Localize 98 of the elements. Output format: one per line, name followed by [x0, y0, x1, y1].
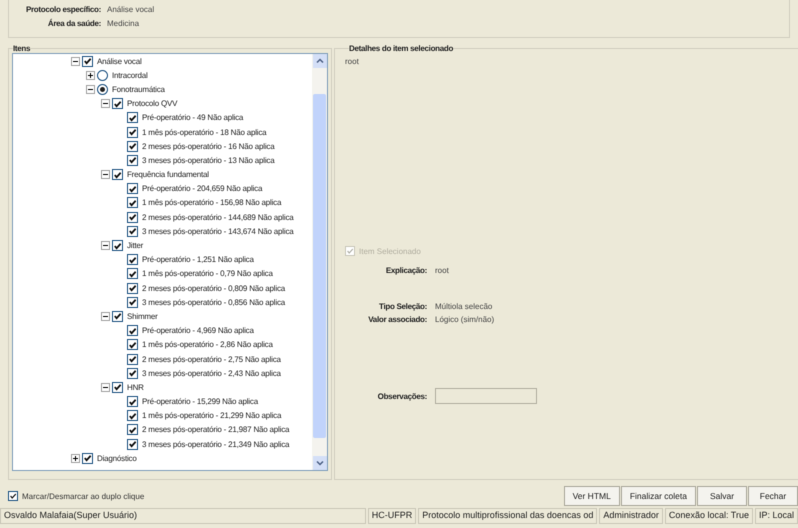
tree-item[interactable]: Jitter	[127, 241, 144, 250]
tree-item[interactable]: 1 mês pós-operatório - 156,98 Não aplica	[142, 198, 282, 208]
notes-field[interactable]	[435, 388, 537, 404]
tree-item[interactable]: Protocolo QVV	[127, 99, 178, 108]
checkbox-label: Marcar/Desmarcar ao duplo clique	[22, 492, 144, 500]
checkbox[interactable]	[127, 183, 138, 194]
tree-item[interactable]: 2 meses pós-operatório - 0,809 Não aplica	[142, 284, 285, 293]
expander-icon[interactable]	[71, 454, 82, 463]
expander-icon[interactable]	[71, 56, 82, 66]
tree-item[interactable]: Fonotraumática	[112, 84, 165, 94]
checkbox[interactable]	[127, 296, 138, 308]
tree-item[interactable]: Diagnóstico	[97, 454, 137, 463]
checkbox[interactable]	[112, 169, 123, 180]
checkbox[interactable]	[82, 56, 93, 67]
tree-item[interactable]: 1 mês pós-operatório - 18 Não aplica	[142, 128, 266, 137]
checkbox[interactable]	[127, 396, 138, 408]
field-value: Medicina	[107, 18, 140, 28]
tree-item[interactable]: 3 meses pós-operatório - 21,349 Não aplica	[142, 440, 290, 449]
action-button[interactable]: Fechar	[748, 486, 798, 506]
tree-item[interactable]: 2 meses pós-operatório - 2,75 Não aplica	[142, 354, 281, 364]
checkbox[interactable]	[127, 339, 138, 350]
checkbox[interactable]	[127, 226, 138, 237]
status-panel: HC-UFPR	[368, 508, 416, 524]
tree-item[interactable]: 3 meses pós-operatório - 13 Não aplica	[142, 156, 274, 165]
checkbox[interactable]	[127, 410, 138, 422]
tree-item[interactable]: 3 meses pós-operatório - 2,43 Não aplica	[142, 368, 281, 378]
tree-item[interactable]: 1 mês pós-operatório - 21,299 Não aplica	[142, 411, 282, 420]
tree-item[interactable]: 1 mês pós-operatório - 0,79 Não aplica	[142, 269, 273, 278]
tree-item[interactable]: Pré-operatório - 4,969 Não aplica	[142, 326, 254, 336]
checkbox[interactable]	[127, 325, 138, 336]
checkbox[interactable]	[82, 452, 93, 464]
checkbox[interactable]	[8, 491, 18, 501]
field-value: Múltiola selecão	[435, 302, 492, 310]
status-panel: IP: Local	[754, 508, 798, 524]
field-value: Lógico (sim/não)	[435, 314, 494, 324]
checkbox[interactable]	[127, 424, 138, 436]
expander-icon[interactable]	[101, 99, 112, 108]
item-path: root	[345, 57, 360, 66]
action-button[interactable]: Salvar	[697, 486, 747, 506]
checkbox[interactable]	[127, 354, 138, 365]
checkbox[interactable]	[112, 310, 123, 322]
tree-item[interactable]: Pré-operatório - 15,299 Não aplica	[142, 397, 258, 406]
tree-item[interactable]: 3 meses pós-operatório - 0,856 Não aplica	[142, 298, 285, 307]
field-label: Explicação:	[384, 266, 428, 274]
tree-item[interactable]: 1 mês pós-operatório - 2,86 Não aplica	[142, 340, 273, 350]
checkbox[interactable]	[127, 254, 138, 266]
checkbox[interactable]	[127, 368, 138, 379]
checkbox[interactable]	[127, 268, 138, 280]
scrollbar[interactable]	[312, 54, 327, 470]
group-title: Detalhes do item selecionado	[349, 44, 454, 53]
field-value: Análise vocal	[107, 4, 154, 14]
checkbox[interactable]	[112, 240, 123, 252]
status-panel: Protocolo multiprofissional das doencas od	[418, 508, 598, 524]
tree-item[interactable]: Pré-operatório - 204,659 Não aplica	[142, 184, 262, 194]
field-label: Tipo Seleção:	[378, 302, 428, 310]
checkbox-label: Item Selecionado	[359, 246, 421, 256]
field-label: Protocolo específico:	[24, 4, 102, 14]
checkbox[interactable]	[127, 140, 138, 152]
field-value: root	[435, 266, 449, 274]
action-button[interactable]: Ver HTML	[564, 486, 620, 506]
radio-button[interactable]	[97, 84, 108, 95]
status-panel: Conexão local: True	[664, 508, 753, 524]
expander-icon[interactable]	[101, 382, 112, 392]
expander-icon[interactable]	[86, 84, 97, 94]
tree-item[interactable]: Shimmer	[127, 312, 158, 321]
checkbox[interactable]	[112, 382, 123, 393]
expander-icon[interactable]	[101, 241, 112, 250]
action-button[interactable]: Finalizar coleta	[620, 486, 696, 506]
checkbox[interactable]	[127, 126, 138, 138]
checkbox[interactable]	[127, 212, 138, 223]
scroll-up-icon[interactable]	[312, 54, 326, 68]
checkbox[interactable]	[127, 438, 138, 450]
status-panel: Administrador	[599, 508, 663, 524]
field-label: Área da saúde:	[46, 18, 102, 28]
expander-icon[interactable]	[101, 312, 112, 321]
tree-item[interactable]: 2 meses pós-operatório - 21,987 Não aplica	[142, 425, 290, 434]
field-label: Observações:	[376, 392, 428, 400]
tree-item[interactable]: Frequência fundamental	[127, 170, 209, 180]
checkbox[interactable]	[127, 154, 138, 166]
checkbox[interactable]	[127, 282, 138, 294]
tree-item[interactable]: Pré-operatório - 1,251 Não aplica	[142, 255, 254, 264]
expander-icon[interactable]	[86, 70, 97, 80]
tree-item[interactable]: Pré-operatório - 49 Não aplica	[142, 113, 244, 122]
radio-button[interactable]	[97, 70, 108, 81]
scroll-down-icon[interactable]	[312, 456, 326, 470]
tree-item[interactable]: 2 meses pós-operatório - 144,689 Não aplica	[142, 212, 294, 222]
tree-item[interactable]: 3 meses pós-operatório - 143,674 Não aplica	[142, 226, 294, 236]
group-title: Itens	[13, 44, 30, 53]
tree-item[interactable]: 2 meses pós-operatório - 16 Não aplica	[142, 142, 274, 151]
status-panel: Osvaldo Malafaia(Super Usuário)	[0, 508, 366, 524]
checkbox[interactable]	[112, 98, 123, 110]
expander-icon[interactable]	[101, 170, 112, 180]
checkbox[interactable]	[127, 197, 138, 208]
tree-item[interactable]: Intracordal	[112, 70, 148, 80]
tree-item[interactable]: Análise vocal	[97, 56, 142, 66]
tree-item[interactable]: HNR	[127, 382, 144, 392]
checkbox[interactable]	[127, 112, 138, 124]
field-label: Valor associado:	[367, 314, 428, 324]
